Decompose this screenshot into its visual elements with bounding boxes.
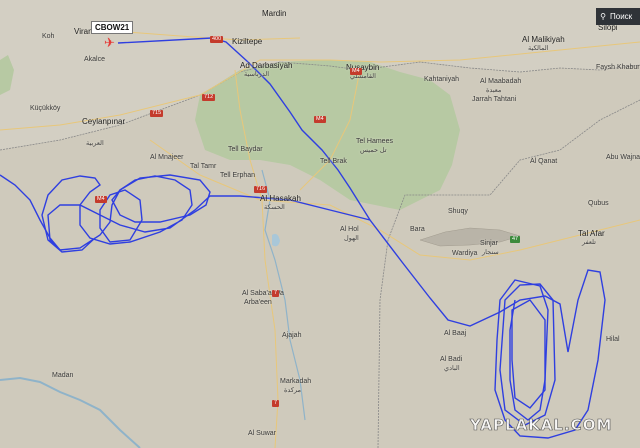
place-label: الحسكة [264, 204, 285, 211]
place-label: مركدة [284, 387, 301, 394]
place-label: Koh [42, 33, 55, 40]
place-label: Wardiya [452, 250, 478, 257]
place-label: Bara [410, 226, 425, 233]
place-label: Tell Baydar [228, 146, 263, 153]
place-label: Ceylanpınar [82, 117, 126, 126]
place-label: Faysh Khabur [596, 64, 640, 71]
road-shield: 400 [210, 36, 224, 43]
place-label: سنجار [482, 249, 499, 256]
place-label: Al Qanat [530, 158, 558, 165]
sinjar-mountains [419, 227, 521, 247]
place-label: Mardin [262, 9, 287, 18]
place-label: الهول [344, 235, 359, 242]
search-icon: ⚲ [600, 12, 606, 21]
road-shield: 7 [272, 290, 280, 297]
place-label: Viran [74, 27, 93, 36]
place-label: تل حميس [360, 147, 387, 154]
road-shield: 7 [272, 400, 280, 407]
place-label: Tal Afar [578, 229, 605, 238]
euphrates-river [0, 376, 141, 448]
place-label: Tell Erphan [220, 172, 256, 179]
place-label: Küçükköy [30, 105, 61, 112]
place-label: Abu Wajnam [606, 154, 640, 161]
airplane-icon[interactable]: ✈ [104, 36, 115, 49]
place-label: Shuqy [448, 208, 468, 215]
place-label: Kahtaniyah [424, 76, 460, 83]
search-label: Поиск [610, 12, 633, 21]
road-shield: 47 [510, 236, 521, 243]
place-label: Hilal [606, 336, 620, 343]
place-label: Kiziltepe [232, 37, 263, 46]
place-label: Al Mnajeer [150, 154, 184, 161]
place-label: Markadah [280, 378, 312, 385]
place-label: Ajajah [282, 332, 302, 339]
place-label: الدرباسية [244, 71, 270, 78]
place-label: معبدة [486, 87, 502, 94]
place-label: Al Malikiyah [522, 35, 565, 44]
lake [272, 233, 280, 247]
place-label: Al Badi [440, 356, 463, 363]
place-label: Tell Brak [320, 158, 347, 165]
place-label: Al Baaj [444, 330, 467, 337]
place-label: Tal Tamr [190, 163, 217, 170]
road-shield: M4 [350, 68, 362, 75]
place-label: Madan [52, 372, 74, 379]
road-shield: M4 [314, 116, 326, 123]
search-button[interactable]: ⚲ Поиск [596, 8, 640, 25]
road-shield: 716 [254, 186, 268, 193]
map-canvas[interactable]: Mardin Viran Koh Kiziltepe Akalce Küçükk… [0, 0, 640, 448]
flight-callsign-label[interactable]: CBOW21 [91, 21, 134, 34]
place-label: Sinjar [480, 240, 498, 247]
road-shield: 712 [202, 94, 216, 101]
place-label: المالكية [528, 45, 549, 52]
place-label: البادي [444, 365, 460, 372]
place-label: Jarrah Tahtani [472, 96, 517, 103]
place-label: Arba'een [244, 299, 272, 306]
place-label: Al Suwar [248, 430, 277, 437]
place-label: Al Hol [340, 226, 359, 233]
road-shield: 715 [150, 110, 164, 117]
place-label: Akalce [84, 56, 106, 63]
place-label: تلعفر [582, 239, 596, 246]
place-label: Ad Darbasiyah [240, 61, 293, 70]
place-label: Tel Hamees [356, 138, 393, 145]
watermark: YAPLAKAL.COM [470, 416, 613, 435]
place-label: Qubus [588, 200, 609, 207]
place-label: العربية [86, 140, 104, 147]
green-plain-region [195, 60, 460, 210]
place-label: Al Hasakah [260, 194, 301, 203]
road-shield: M4 [95, 196, 107, 203]
place-label: Silopi [598, 23, 618, 32]
place-label: Al Maabadah [480, 78, 522, 85]
map-layer [0, 0, 640, 448]
